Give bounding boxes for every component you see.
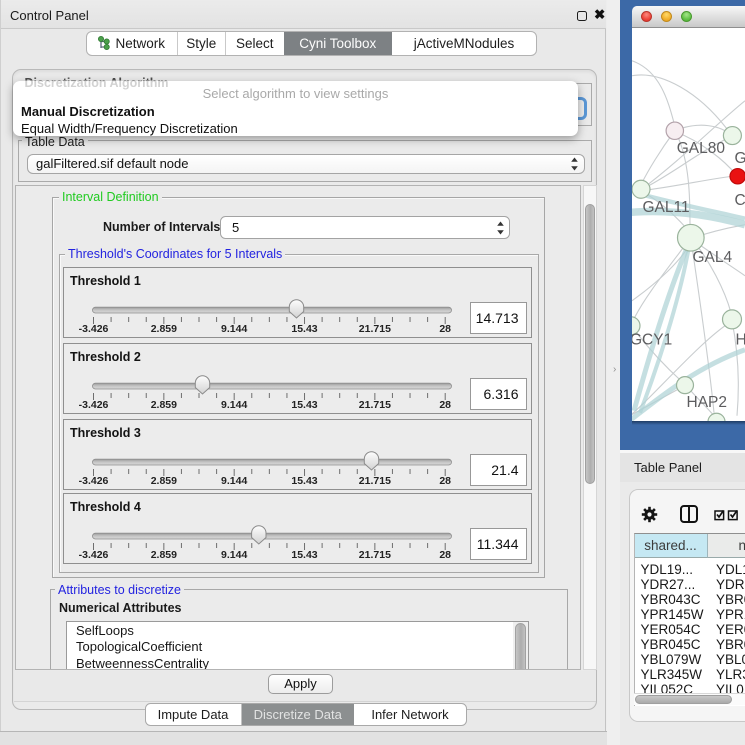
svg-text:28: 28 (439, 399, 451, 411)
svg-text:28: 28 (439, 323, 451, 335)
svg-text:-3.426: -3.426 (78, 475, 108, 487)
svg-text:28: 28 (439, 475, 451, 487)
svg-text:H: H (736, 331, 745, 348)
svg-text:15.43: 15.43 (291, 323, 317, 335)
svg-text:C: C (735, 191, 745, 208)
svg-text:-3.426: -3.426 (78, 399, 108, 411)
svg-text:GAL80: GAL80 (677, 139, 726, 156)
svg-text:GAL11: GAL11 (643, 198, 690, 215)
svg-text:HAP2: HAP2 (687, 393, 728, 410)
svg-text:9.144: 9.144 (221, 323, 247, 335)
svg-text:2.859: 2.859 (150, 549, 176, 561)
svg-text:21.715: 21.715 (358, 475, 390, 487)
svg-text:15.43: 15.43 (291, 549, 317, 561)
svg-text:21.715: 21.715 (358, 549, 390, 561)
svg-text:GA: GA (735, 149, 745, 166)
svg-text:15.43: 15.43 (291, 399, 317, 411)
svg-text:21.715: 21.715 (358, 399, 390, 411)
svg-text:GCY1: GCY1 (632, 331, 672, 348)
svg-text:28: 28 (439, 549, 451, 561)
svg-text:GAL4: GAL4 (693, 248, 733, 265)
svg-text:15.43: 15.43 (291, 475, 317, 487)
svg-text:21.715: 21.715 (358, 323, 390, 335)
svg-text:2.859: 2.859 (150, 475, 176, 487)
svg-text:-3.426: -3.426 (78, 549, 108, 561)
svg-text:-3.426: -3.426 (78, 323, 108, 335)
svg-text:2.859: 2.859 (150, 399, 176, 411)
svg-text:2.859: 2.859 (150, 323, 176, 335)
svg-text:9.144: 9.144 (221, 549, 247, 561)
svg-text:9.144: 9.144 (221, 399, 247, 411)
svg-text:9.144: 9.144 (221, 475, 247, 487)
